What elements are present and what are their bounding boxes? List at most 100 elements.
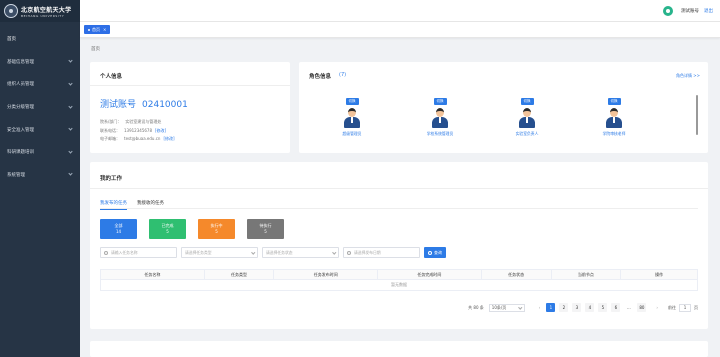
account-name: 测试账号	[100, 100, 137, 110]
calendar-icon	[347, 250, 351, 255]
sidebar-item-home[interactable]: 首页	[0, 28, 80, 51]
user-area: 测试账号 退出	[663, 6, 713, 16]
stat-completed[interactable]: 已完成 5	[149, 219, 186, 239]
sidebar-item-research-training[interactable]: 科研课题培训	[0, 141, 80, 164]
stat-value: 14	[115, 229, 122, 234]
page-ellipsis[interactable]: ...	[624, 303, 633, 312]
edit-email-link[interactable]: [修改]	[163, 136, 174, 141]
logo-en-text: BEIHANG UNIVERSITY	[21, 13, 65, 18]
phone-label: 联系电话：	[100, 127, 120, 133]
dept-label: 院系/部门：	[100, 119, 122, 124]
column-header: 任务名称	[101, 270, 205, 279]
task-type-select[interactable]: 请选择任务类型	[181, 247, 258, 258]
stat-in-progress[interactable]: 执行中 5	[198, 219, 235, 239]
search-icon	[428, 250, 432, 255]
publish-date-placeholder: 请选择发布日期	[354, 249, 381, 255]
university-emblem-icon	[4, 4, 18, 18]
page-button[interactable]: 80	[637, 303, 647, 312]
goto-page: 前往 1 页	[668, 303, 698, 312]
user-name[interactable]: 测试账号	[681, 8, 699, 14]
goto-suffix: 页	[694, 304, 698, 310]
sidebar-item-label: 首页	[7, 37, 16, 43]
next-card	[90, 341, 708, 357]
chevron-down-icon	[250, 250, 255, 254]
logo: 北京航空航天大学 BEIHANG UNIVERSITY	[0, 0, 80, 22]
sidebar-item-label: 组织人员管理	[7, 82, 34, 88]
page-button[interactable]: 2	[559, 303, 569, 312]
logout-link[interactable]: 退出	[704, 8, 713, 14]
top-header: 测试账号 退出	[80, 0, 720, 22]
task-filters: 请输入任务名称 请选择任务类型 请选择任务状态 请选择发布日期 查询	[100, 247, 446, 258]
page-button[interactable]: 5	[598, 303, 608, 312]
personal-details: 院系/部门： 实验室建设与管理处 联系电话： 13912345678 [修改] 电子邮…	[100, 118, 175, 144]
user-avatar-icon	[430, 107, 450, 129]
stat-pending[interactable]: 待执行 5	[247, 219, 284, 239]
role-count: (7)	[339, 72, 347, 78]
chevron-down-icon	[68, 81, 73, 86]
sidebar-item-label: 分类分级管理	[7, 105, 34, 111]
task-table: 任务名称 任务类型 任务发布时间 任务完成时间 任务状态 当前节点 操作 暂无数…	[100, 269, 698, 291]
prev-page-icon[interactable]: ‹	[539, 305, 541, 310]
pagination: 共 80 条 10条/页 ‹ 1 2 3 4 5 6 ... 80 › 前往 1…	[468, 303, 698, 312]
role-item: 切换 超级管理员	[327, 98, 377, 137]
phone-value: 13912345678	[124, 127, 152, 133]
page-button[interactable]: 4	[585, 303, 595, 312]
account-heading: 测试账号 02410001	[100, 97, 194, 110]
dept-value: 实验室建设与管理处	[125, 119, 162, 124]
search-button[interactable]: 查询	[424, 247, 446, 258]
breadcrumb: 首页	[91, 47, 100, 52]
switch-role-button[interactable]: 切换	[433, 98, 447, 105]
role-name[interactable]: 实验室负责人	[516, 131, 539, 137]
task-name-placeholder: 请输入任务名称	[111, 249, 138, 255]
divider	[100, 208, 698, 209]
task-status-select[interactable]: 请选择任务状态	[262, 247, 339, 258]
stat-value: 5	[215, 229, 218, 234]
page-button[interactable]: 6	[611, 303, 621, 312]
chevron-down-icon	[68, 103, 73, 109]
sidebar-item-security-access[interactable]: 安全准入管理	[0, 118, 80, 141]
column-header: 操作	[655, 271, 664, 277]
switch-role-button[interactable]: 切换	[345, 98, 359, 105]
my-work-title: 我的工作	[100, 176, 123, 182]
task-stats: 全部 14 已完成 5 执行中 5 待执行 5	[100, 219, 296, 239]
page-button[interactable]: 1	[546, 303, 556, 312]
page-button[interactable]: 3	[572, 303, 582, 312]
column-header: 任务完成时间	[378, 270, 482, 279]
column-header: 当前节点	[552, 270, 622, 279]
avatar[interactable]	[663, 6, 673, 16]
phone-row: 联系电话： 13912345678 [修改]	[100, 127, 175, 136]
stat-value: 5	[166, 229, 169, 234]
next-page-icon[interactable]: ›	[656, 305, 658, 310]
sidebar-item-classification[interactable]: 分类分级管理	[0, 96, 80, 119]
close-icon[interactable]: ×	[103, 27, 106, 32]
role-item: 切换 实验室负责人	[502, 98, 552, 137]
table-empty-state: 暂无数据	[100, 280, 698, 291]
sidebar-item-label: 科研课题培训	[7, 150, 34, 156]
stat-all[interactable]: 全部 14	[100, 219, 137, 239]
tag-home[interactable]: 首页 ×	[84, 25, 111, 34]
goto-page-input[interactable]: 1	[679, 303, 691, 312]
edit-phone-link[interactable]: [修改]	[155, 128, 166, 133]
sidebar-item-system[interactable]: 系统管理	[0, 164, 80, 187]
role-details-link[interactable]: 角色详情 >>	[676, 73, 700, 79]
role-name[interactable]: 学院审核老师	[603, 131, 626, 137]
chevron-down-icon	[68, 171, 73, 176]
personal-info-card: 个人信息 测试账号 02410001 院系/部门： 实验室建设与管理处 联系电话： 1…	[90, 62, 290, 153]
sidebar-item-org-people[interactable]: 组织人员管理	[0, 73, 80, 96]
logo-cn-text: 北京航空航天大学	[21, 6, 72, 14]
switch-role-button[interactable]: 切换	[607, 98, 621, 105]
personal-info-title: 个人信息	[100, 74, 123, 80]
publish-date-picker[interactable]: 请选择发布日期	[343, 247, 420, 258]
column-header: 任务状态	[482, 270, 552, 279]
column-header: 任务发布时间	[274, 270, 379, 279]
role-name[interactable]: 学校系统管理员	[427, 131, 454, 137]
task-name-input[interactable]: 请输入任务名称	[100, 247, 177, 258]
switch-role-button[interactable]: 切换	[520, 98, 534, 105]
roles-scrollbar[interactable]	[696, 95, 698, 135]
sidebar-item-basic-info[interactable]: 基础信息管理	[0, 51, 80, 74]
page-size-select[interactable]: 10条/页	[488, 303, 525, 312]
email-value: test@buaa.edu.cn	[124, 136, 161, 141]
chevron-down-icon	[68, 126, 73, 131]
role-name[interactable]: 超级管理员	[343, 131, 362, 137]
tags-bar: 首页 ×	[80, 22, 720, 38]
